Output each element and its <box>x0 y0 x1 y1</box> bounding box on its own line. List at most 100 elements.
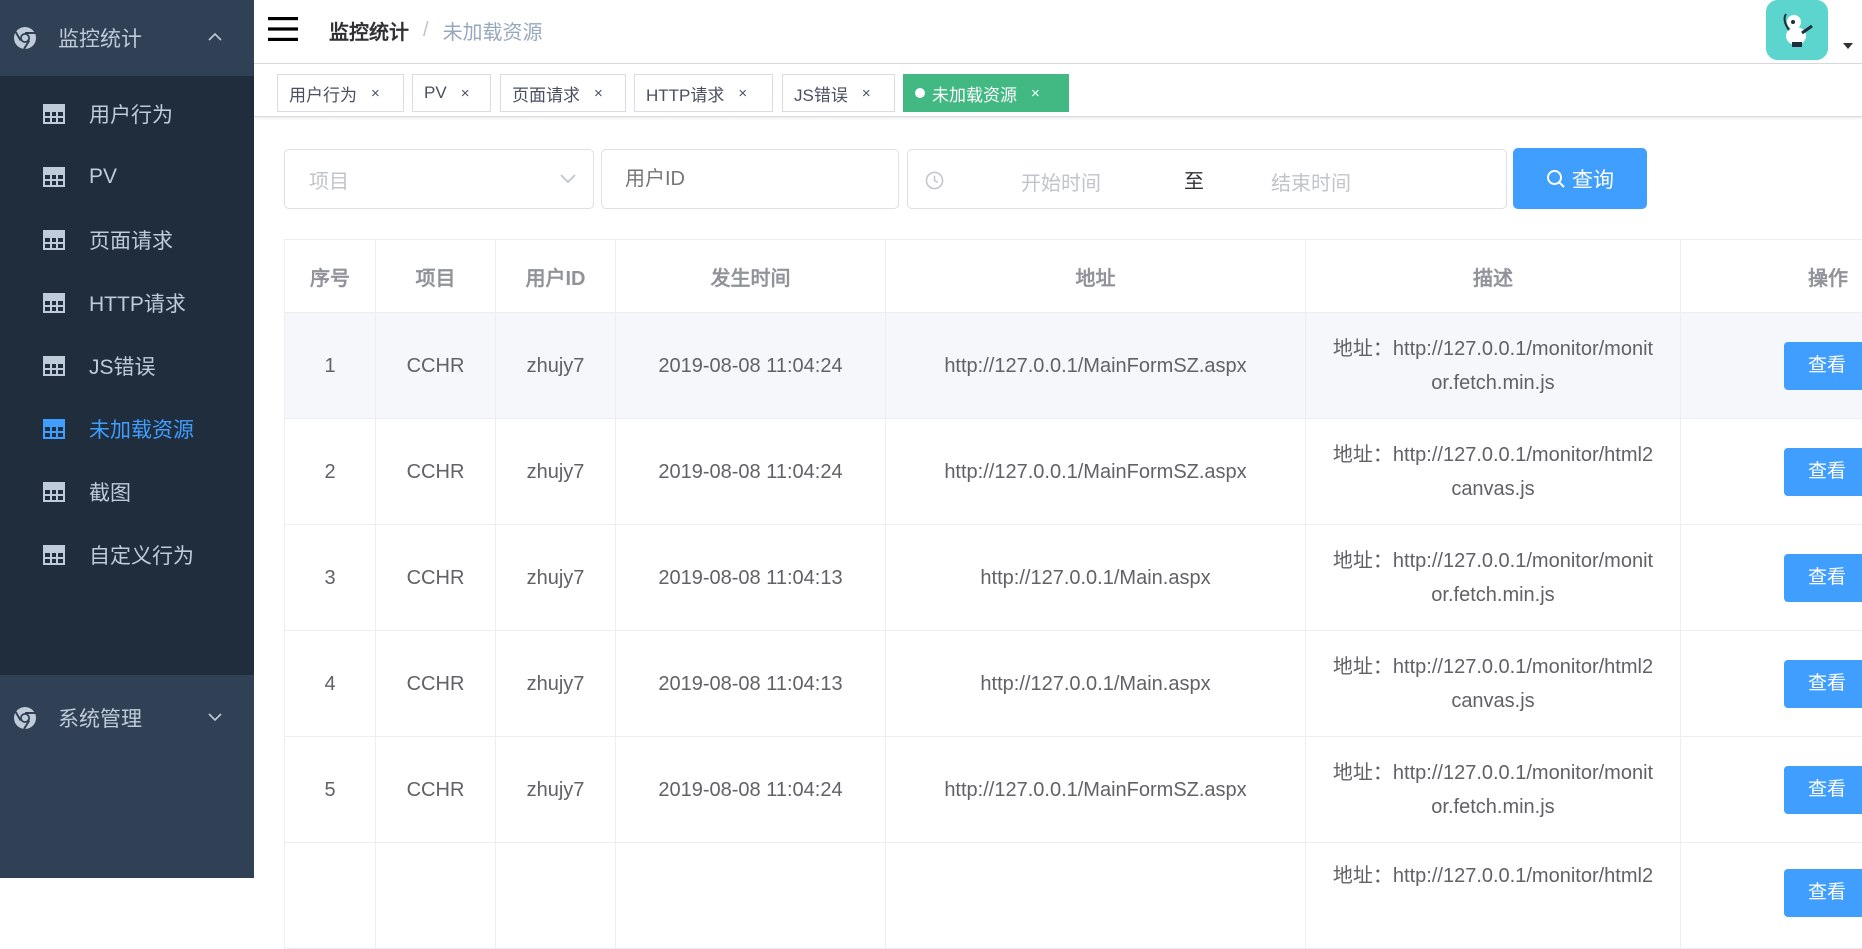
view-button[interactable]: 查看 <box>1784 554 1862 602</box>
tag-pv[interactable]: PV × <box>412 74 491 112</box>
description-line: 地址：http://127.0.0.1/monitor/monit <box>1333 762 1653 784</box>
chrome-icon <box>12 705 38 731</box>
cell-project: CCHR <box>376 525 496 631</box>
table-row[interactable]: 3 CCHR zhujy7 2019-08-08 11:04:13 http:/… <box>285 525 1862 631</box>
menu-system-management[interactable]: 系统管理 <box>0 680 254 756</box>
cell-project: CCHR <box>376 313 496 419</box>
range-separator: 至 <box>1184 165 1204 194</box>
column-header-no: 序号 <box>285 240 376 313</box>
project-select[interactable]: 项目 <box>284 149 594 209</box>
table-row[interactable]: 2 CCHR zhujy7 2019-08-08 11:04:24 http:/… <box>285 419 1862 525</box>
cell-url: http://127.0.0.1/Main.aspx <box>886 631 1306 737</box>
hamburger-icon[interactable] <box>268 15 298 43</box>
cell-user-id: zhujy7 <box>496 419 616 525</box>
close-icon[interactable]: × <box>1031 85 1040 102</box>
column-header-actions: 操作 <box>1681 240 1862 313</box>
table-row[interactable]: 地址：http://127.0.0.1/monitor/html2 查看 <box>285 843 1862 949</box>
cell-project: CCHR <box>376 737 496 843</box>
sidebar-item-label: 截图 <box>89 477 131 507</box>
table-row[interactable]: 1 CCHR zhujy7 2019-08-08 11:04:24 http:/… <box>285 313 1862 419</box>
menu-monitor-stats-label: 监控统计 <box>58 23 142 53</box>
view-button[interactable]: 查看 <box>1784 342 1862 390</box>
start-time-input[interactable]: 开始时间 <box>1021 167 1101 196</box>
close-icon[interactable]: × <box>461 85 470 102</box>
view-button[interactable]: 查看 <box>1784 448 1862 496</box>
avatar-image-icon <box>1766 0 1828 60</box>
sidebar-item-label: JS错误 <box>89 351 156 381</box>
sidebar-item-custom-behavior[interactable]: 自定义行为 <box>0 517 254 592</box>
column-header-project: 项目 <box>376 240 496 313</box>
grid-icon <box>43 418 65 440</box>
cell-no: 4 <box>285 631 376 737</box>
tag-label: 用户行为 <box>289 81 357 106</box>
tag-js-error[interactable]: JS错误 × <box>782 74 895 112</box>
column-header-time: 发生时间 <box>616 240 886 313</box>
cell-no: 5 <box>285 737 376 843</box>
query-button[interactable]: 查询 <box>1513 148 1647 209</box>
cell-time: 2019-08-08 11:04:24 <box>616 737 886 843</box>
close-icon[interactable]: × <box>738 85 747 102</box>
caret-down-icon[interactable] <box>1842 42 1854 50</box>
grid-icon <box>43 166 65 188</box>
description-line: 地址：http://127.0.0.1/monitor/html2 <box>1333 865 1653 887</box>
grid-icon <box>43 292 65 314</box>
tag-unloaded-resources[interactable]: 未加载资源 × <box>903 74 1069 112</box>
sidebar-item-label: PV <box>89 165 117 189</box>
cell-no: 3 <box>285 525 376 631</box>
tag-page-request[interactable]: 页面请求 × <box>500 74 626 112</box>
sidebar-item-label: 页面请求 <box>89 225 173 255</box>
view-button[interactable]: 查看 <box>1784 660 1862 708</box>
cell-url: http://127.0.0.1/Main.aspx <box>886 525 1306 631</box>
tag-label: JS错误 <box>794 81 848 106</box>
breadcrumb-item-current: 未加载资源 <box>443 16 543 45</box>
user-id-input[interactable] <box>601 149 899 209</box>
menu-monitor-stats[interactable]: 监控统计 <box>0 0 254 76</box>
cell-time: 2019-08-08 11:04:13 <box>616 631 886 737</box>
navbar: 监控统计 / 未加载资源 <box>254 0 1862 64</box>
cell-description: 地址：http://127.0.0.1/monitor/monitor.fetc… <box>1306 313 1681 419</box>
chevron-down-icon <box>559 172 577 186</box>
avatar[interactable] <box>1766 0 1828 60</box>
description-line: or.fetch.min.js <box>1431 796 1554 818</box>
view-button[interactable]: 查看 <box>1784 766 1862 814</box>
cell-description: 地址：http://127.0.0.1/monitor/html2canvas.… <box>1306 419 1681 525</box>
sidebar: 监控统计 用户行为 PV 页面请求 HTTP请求 JS错误 未加载资源 <box>0 0 254 878</box>
cell-project: CCHR <box>376 419 496 525</box>
tag-label: 未加载资源 <box>932 81 1017 106</box>
cell-actions: 查看 <box>1681 313 1862 419</box>
table-header-row: 序号 项目 用户ID 发生时间 地址 描述 操作 <box>285 240 1862 313</box>
cell-actions: 查看 <box>1681 737 1862 843</box>
sidebar-item-label: HTTP请求 <box>89 288 186 318</box>
cell-project <box>376 843 496 949</box>
resource-table: 序号 项目 用户ID 发生时间 地址 描述 操作 1 CCHR zhujy7 2… <box>284 239 1862 949</box>
breadcrumb-item-monitor[interactable]: 监控统计 <box>329 16 409 45</box>
cell-user-id: zhujy7 <box>496 313 616 419</box>
breadcrumb: 监控统计 / 未加载资源 <box>329 16 543 45</box>
tag-http-request[interactable]: HTTP请求 × <box>634 74 773 112</box>
close-icon[interactable]: × <box>371 85 380 102</box>
view-button[interactable]: 查看 <box>1784 869 1862 917</box>
tag-user-behavior[interactable]: 用户行为 × <box>277 74 404 112</box>
cell-no: 2 <box>285 419 376 525</box>
cell-description: 地址：http://127.0.0.1/monitor/monit or.fetc… <box>1306 737 1681 843</box>
cell-time: 2019-08-08 11:04:13 <box>616 525 886 631</box>
table-row[interactable]: 5 CCHR zhujy7 2019-08-08 11:04:24 http:/… <box>285 737 1862 843</box>
cell-time <box>616 843 886 949</box>
table-row[interactable]: 4 CCHR zhujy7 2019-08-08 11:04:13 http:/… <box>285 631 1862 737</box>
cell-time: 2019-08-08 11:04:24 <box>616 313 886 419</box>
description-line: 地址：http://127.0.0.1/monitor/html2 <box>1333 656 1653 678</box>
end-time-input[interactable]: 结束时间 <box>1271 167 1351 196</box>
description-line: or.fetch.min.js <box>1431 372 1554 394</box>
close-icon[interactable]: × <box>862 85 871 102</box>
date-range-picker[interactable]: 开始时间 至 结束时间 <box>907 149 1507 209</box>
cell-user-id: zhujy7 <box>496 631 616 737</box>
chevron-down-icon <box>206 708 224 726</box>
close-icon[interactable]: × <box>594 85 603 102</box>
grid-icon <box>43 481 65 503</box>
cell-user-id: zhujy7 <box>496 525 616 631</box>
sidebar-item-label: 用户行为 <box>89 99 173 129</box>
cell-no <box>285 843 376 949</box>
cell-project: CCHR <box>376 631 496 737</box>
grid-icon <box>43 355 65 377</box>
cell-url: http://127.0.0.1/MainFormSZ.aspx <box>886 419 1306 525</box>
